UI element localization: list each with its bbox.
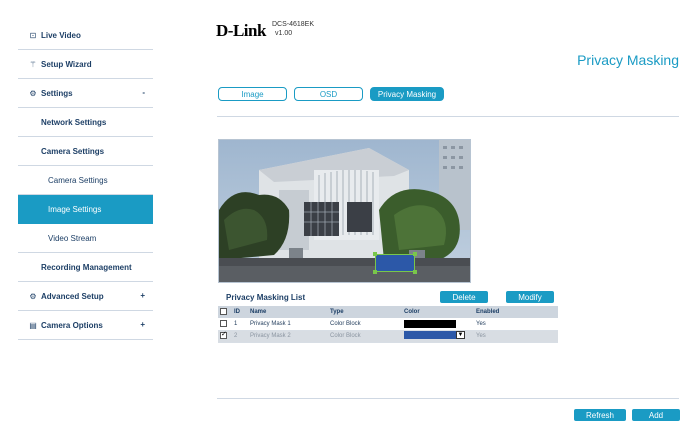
divider (217, 398, 679, 399)
tab-image[interactable]: Image (218, 87, 287, 101)
privacy-list-title: Privacy Masking List (226, 293, 306, 302)
nav-image-settings[interactable]: Image Settings (18, 195, 153, 224)
page-title: Privacy Masking (577, 52, 679, 68)
select-all-checkbox[interactable] (220, 308, 227, 316)
row-color-cell: ▼ (402, 330, 474, 342)
nav-advanced-setup-label: Advanced Setup (41, 291, 104, 301)
model-info: DCS-4618EK v1.00 (272, 20, 314, 38)
firmware-version: v1.00 (275, 30, 293, 37)
expand-icon[interactable]: + (140, 320, 145, 329)
live-video-icon: ⊡ (29, 30, 37, 40)
chevron-down-icon[interactable]: ▼ (456, 331, 465, 339)
table-row[interactable]: 1 Privacy Mask 1 Color Block Yes (218, 318, 558, 330)
nav-camera-settings[interactable]: Camera Settings (18, 137, 153, 166)
row-id: 1 (234, 320, 238, 327)
resize-handle[interactable] (413, 252, 417, 256)
row-checkbox[interactable] (220, 330, 227, 340)
row-type: Color Block (330, 333, 361, 339)
nav-setup-wizard[interactable]: ⚚ Setup Wizard (18, 50, 153, 79)
nav-live-video[interactable]: ⊡ Live Video (18, 21, 153, 50)
row-enabled: Yes (476, 320, 486, 327)
nav-camera-options[interactable]: ▤ Camera Options + (18, 311, 153, 340)
resize-handle[interactable] (413, 270, 417, 274)
add-button[interactable]: Add (632, 409, 680, 421)
row-type: Color Block (330, 320, 361, 327)
nav-video-stream-label: Video Stream (48, 233, 97, 243)
tab-osd[interactable]: OSD (294, 87, 363, 101)
color-select[interactable]: ▼ (404, 331, 465, 339)
row-name: Privacy Mask 2 (250, 333, 291, 339)
tab-privacy-masking[interactable]: Privacy Masking (370, 87, 444, 101)
refresh-button[interactable]: Refresh (574, 409, 626, 421)
col-color: Color (404, 309, 420, 315)
row-name: Privacy Mask 1 (250, 320, 291, 327)
sidebar: ⊡ Live Video ⚚ Setup Wizard ⚙ Settings -… (18, 21, 153, 340)
brand-logo: D-Link (216, 21, 266, 40)
resize-handle[interactable] (373, 270, 377, 274)
expand-icon[interactable]: + (140, 291, 145, 300)
col-name: Name (250, 309, 267, 315)
privacy-mask-region[interactable] (373, 252, 417, 274)
col-id: ID (234, 309, 240, 315)
color-swatch (404, 331, 456, 339)
collapse-icon[interactable]: - (142, 88, 145, 97)
nav-settings[interactable]: ⚙ Settings - (18, 79, 153, 108)
document-icon: ▤ (29, 320, 37, 330)
nav-setup-wizard-label: Setup Wizard (41, 59, 92, 69)
privacy-mask-table: ID Name Type Color Enabled 1 Privacy Mas… (218, 306, 558, 343)
col-enabled: Enabled (476, 309, 500, 315)
row-enabled: Yes (476, 333, 486, 339)
modify-button[interactable]: Modify (506, 291, 554, 303)
divider (217, 116, 679, 117)
nav-camera-options-label: Camera Options (41, 320, 103, 330)
table-row[interactable]: 2 Privacy Mask 2 Color Block ▼ Yes (218, 330, 558, 342)
row-select-cell (218, 318, 232, 330)
delete-button[interactable]: Delete (440, 291, 488, 303)
advanced-icon: ⚙ (29, 291, 37, 301)
table-header-row: ID Name Type Color Enabled (218, 306, 558, 318)
wand-icon: ⚚ (29, 59, 37, 69)
model-name: DCS-4618EK (272, 21, 315, 28)
nav-camera-settings-sub-label: Camera Settings (48, 175, 108, 185)
nav-video-stream[interactable]: Video Stream (18, 224, 153, 253)
resize-handle[interactable] (373, 252, 377, 256)
gear-icon: ⚙ (29, 88, 37, 98)
video-preview[interactable] (218, 139, 471, 283)
nav-recording-management-label: Recording Management (41, 262, 132, 272)
nav-camera-settings-label: Camera Settings (41, 146, 105, 156)
color-swatch[interactable] (404, 319, 456, 328)
nav-settings-label: Settings (41, 88, 73, 98)
nav-recording-management[interactable]: Recording Management (18, 253, 153, 282)
row-checkbox[interactable] (220, 320, 227, 328)
nav-network-settings[interactable]: Network Settings (18, 108, 153, 137)
nav-live-video-label: Live Video (41, 30, 81, 40)
row-select-cell (218, 330, 232, 342)
nav-network-settings-label: Network Settings (41, 117, 107, 127)
nav-advanced-setup[interactable]: ⚙ Advanced Setup + (18, 282, 153, 311)
col-type: Type (330, 309, 344, 315)
row-id: 2 (234, 333, 238, 339)
row-color-cell (402, 318, 474, 330)
nav-image-settings-label: Image Settings (48, 204, 102, 214)
camera-scene-image (219, 140, 470, 282)
nav-camera-settings-sub[interactable]: Camera Settings (18, 166, 153, 195)
select-all-cell (218, 306, 232, 318)
